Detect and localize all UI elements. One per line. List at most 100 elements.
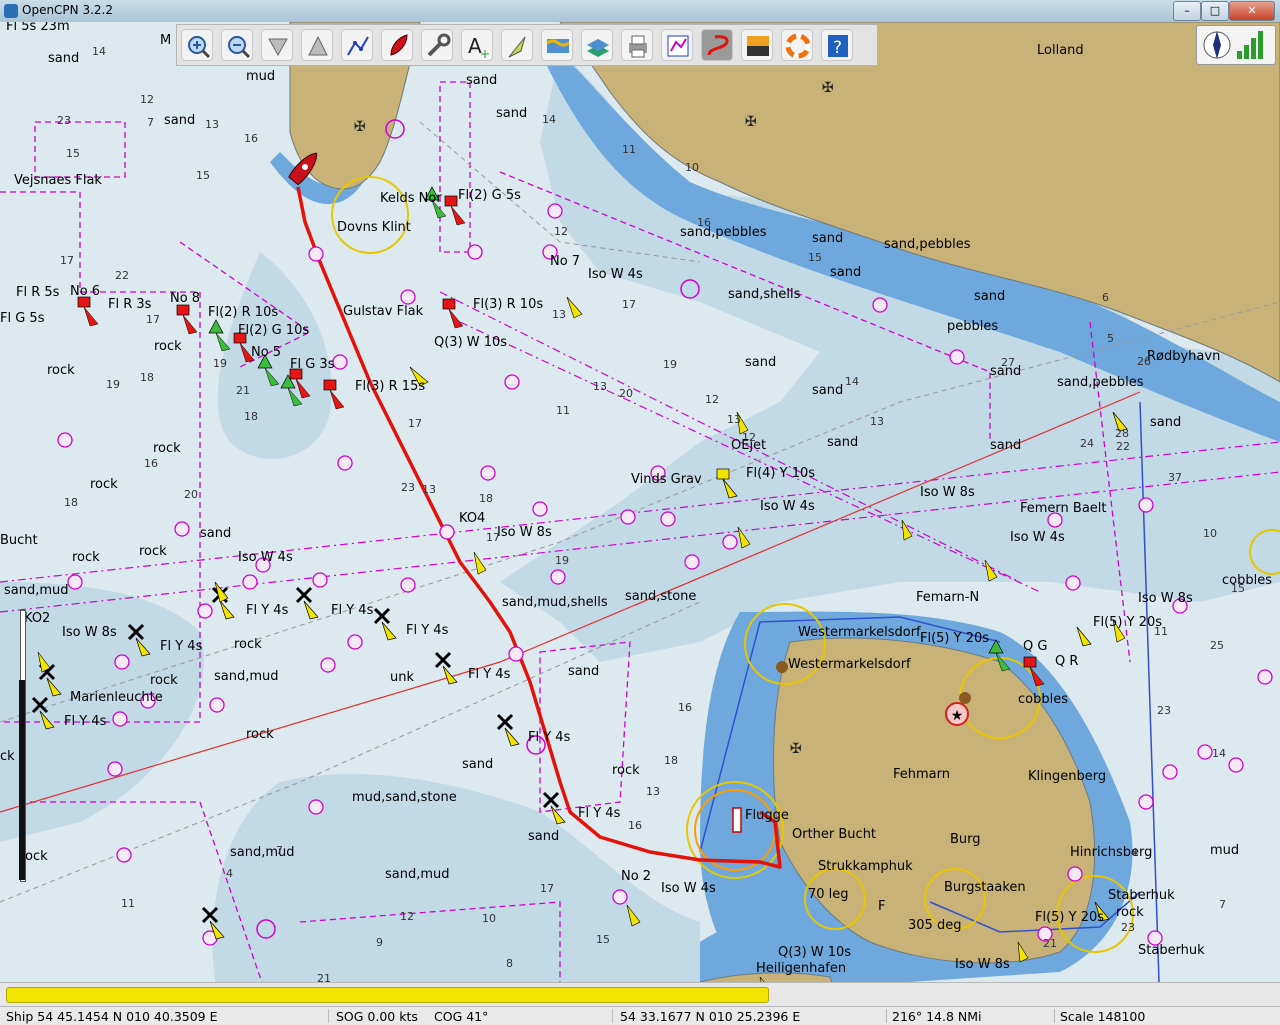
- chart-label: Fehmarn: [893, 767, 950, 782]
- chart-label: Gulstav Flak: [343, 304, 424, 319]
- depth-sounding: 14: [92, 45, 106, 58]
- depth-sounding: 14: [542, 113, 556, 126]
- zoom-in-icon: [188, 36, 211, 59]
- chart-label: Femern Baelt: [1020, 501, 1107, 516]
- depth-sounding: 11: [121, 897, 135, 910]
- depth-sounding: 21: [1043, 937, 1057, 950]
- chart-label: Iso W 8s: [955, 957, 1010, 972]
- chart-label: 305 deg: [908, 918, 961, 933]
- text-icon: A+: [468, 34, 490, 59]
- depth-sounding: 15: [596, 933, 610, 946]
- depth-sounding: 12: [400, 910, 414, 923]
- route-icon: [347, 36, 369, 56]
- chart-label: rock: [47, 363, 75, 378]
- depth-sounding: 13: [870, 415, 884, 428]
- chart-label: Staberhuk: [1108, 888, 1175, 903]
- depth-sounding: 22: [1116, 440, 1130, 453]
- window-title: OpenCPN 3.2.2: [22, 3, 113, 17]
- chart-label: Fl(5) Y 20s: [920, 631, 989, 646]
- depth-sounding: 5: [1107, 332, 1114, 345]
- chart-label: KO2: [24, 611, 50, 626]
- scale-out-button[interactable]: [301, 29, 333, 61]
- route-manager-icon: [667, 35, 689, 57]
- chart-label: sand,mud: [385, 867, 450, 882]
- chart-label: No 2: [621, 869, 651, 884]
- depth-sounding: 19: [213, 357, 227, 370]
- depth-sounding: 13: [205, 118, 219, 131]
- chart-label: mud: [1210, 843, 1239, 858]
- close-button[interactable]: ✕: [1229, 1, 1275, 21]
- chart-label: sand: [812, 383, 843, 398]
- depth-sounding: 16: [678, 701, 692, 714]
- chart-label: Fl G 5s: [0, 311, 45, 326]
- layers-button[interactable]: [581, 29, 613, 61]
- svg-text:✠: ✠: [822, 80, 834, 96]
- settings-button[interactable]: [421, 29, 453, 61]
- depth-sounding: 18: [140, 371, 154, 384]
- chart-label: rock: [90, 477, 118, 492]
- chart-label: rock: [246, 727, 274, 742]
- chart-label: cobbles: [1222, 573, 1272, 588]
- chart-label: sand: [990, 438, 1021, 453]
- chart-label: Fl(3) R 15s: [355, 379, 425, 394]
- depth-sounding: 16: [244, 132, 258, 145]
- depth-sounding: 7: [276, 844, 283, 857]
- mob-icon: [785, 33, 811, 59]
- cursor-position: 54 33.1677 N 010 25.2396 E: [620, 1009, 801, 1024]
- track-button[interactable]: [701, 29, 733, 61]
- chart-label: Iso W 8s: [497, 525, 552, 540]
- chart-label: Q R: [1055, 654, 1078, 669]
- depth-sounding: 6: [1102, 291, 1109, 304]
- color-scheme-button[interactable]: [741, 29, 773, 61]
- text-button[interactable]: A +: [461, 29, 493, 61]
- chart-label: Fl R 3s: [108, 297, 152, 312]
- sog-readout: SOG 0.00 kts: [336, 1009, 418, 1024]
- title-bar: OpenCPN 3.2.2 – □ ✕: [0, 0, 1280, 23]
- chart-label: sand: [466, 73, 497, 88]
- chart-label: Fl(2) G 10s: [238, 323, 309, 338]
- chart-label: Westermarkelsdorf: [788, 657, 911, 672]
- route-button[interactable]: [341, 29, 373, 61]
- route-manager-button[interactable]: [661, 29, 693, 61]
- chart-label: Heiligenhafen: [756, 961, 846, 976]
- depth-sounding: 24: [1080, 437, 1094, 450]
- current-icon: [508, 36, 526, 58]
- minimize-button[interactable]: –: [1173, 1, 1201, 21]
- mob-button[interactable]: [781, 29, 813, 61]
- chart-canvas[interactable]: ★ ✠ ✠ ✠ ✠ Fl 5s 23m sand Mmud sand Vejsnaes Fla…: [0, 22, 1280, 1006]
- depth-sounding: 8: [506, 957, 513, 970]
- scale-in-button[interactable]: [261, 29, 293, 61]
- chart-label: sand: [164, 113, 195, 128]
- chart-label: Fl(4) Y 10s: [746, 466, 815, 481]
- chart-bar-fill[interactable]: [6, 987, 769, 1003]
- depth-sounding: 23: [1121, 921, 1135, 934]
- print-button[interactable]: [621, 29, 653, 61]
- follow-ship-button[interactable]: [381, 29, 413, 61]
- depth-sounding: 10: [482, 912, 496, 925]
- chart-label: sand: [496, 106, 527, 121]
- chart-bar: [0, 982, 1280, 1007]
- current-button[interactable]: [501, 29, 533, 61]
- maximize-button[interactable]: □: [1201, 1, 1229, 21]
- scale-in-icon: [268, 38, 288, 57]
- depth-sounding: 17: [486, 531, 500, 544]
- settings-icon: [427, 33, 451, 57]
- chart-label: Iso W 8s: [62, 625, 117, 640]
- depth-sounding: 15: [1231, 582, 1245, 595]
- help-button[interactable]: ?: [821, 29, 853, 61]
- depth-sounding: 16: [628, 819, 642, 832]
- gps-status-panel[interactable]: [1196, 25, 1276, 65]
- compass-icon[interactable]: [1197, 26, 1275, 64]
- zoom-slider-handle[interactable]: [19, 680, 25, 880]
- depth-sounding: 12: [554, 225, 568, 238]
- chart-label: Vejsnaes Flak: [14, 173, 102, 188]
- zoom-out-button[interactable]: [221, 29, 253, 61]
- chart-label: sand: [200, 526, 231, 541]
- chart-label: sand: [827, 435, 858, 450]
- chart-label: No 8: [170, 291, 200, 306]
- zoom-in-button[interactable]: [181, 29, 213, 61]
- tide-button[interactable]: [541, 29, 573, 61]
- depth-sounding: 10: [685, 161, 699, 174]
- chart-label: No 7: [550, 254, 580, 269]
- chart-label: Iso W 4s: [1010, 530, 1065, 545]
